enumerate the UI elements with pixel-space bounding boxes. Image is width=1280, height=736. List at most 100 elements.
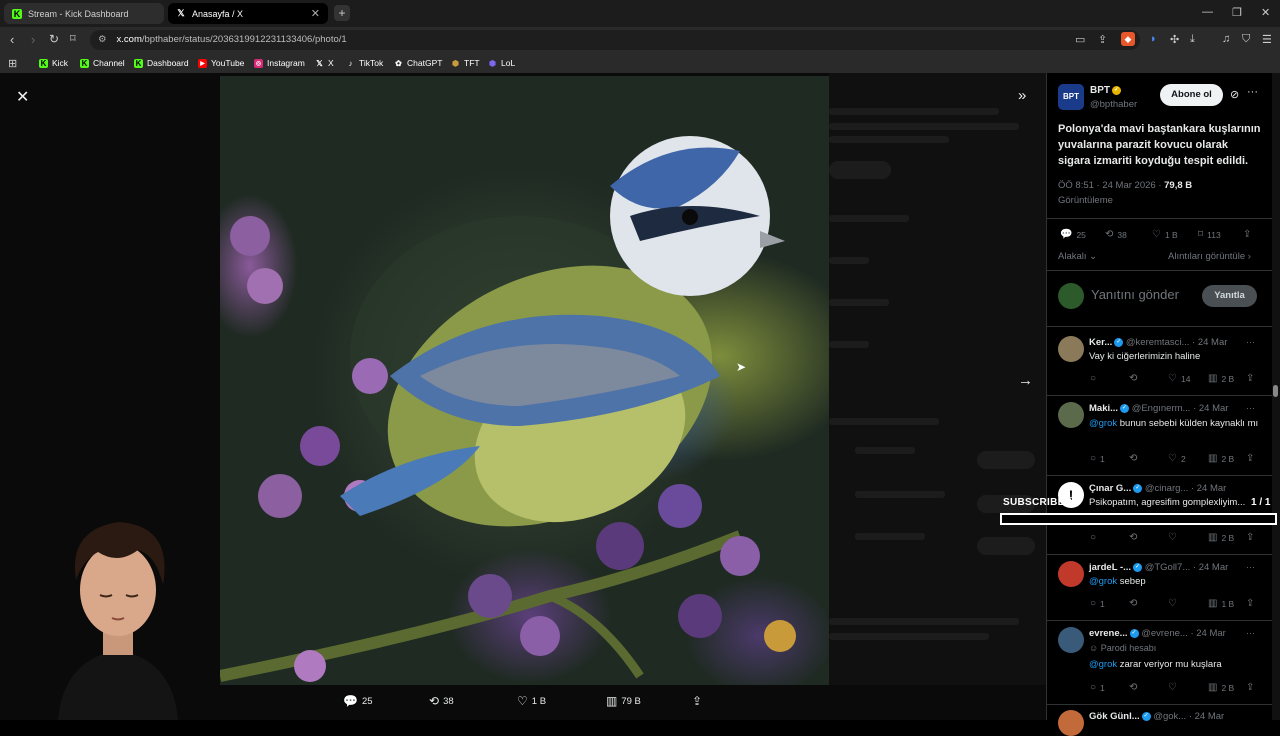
reply-like-action[interactable]: ♡ 2: [1168, 453, 1186, 464]
bookmark-lol[interactable]: ⬢ LoL: [488, 58, 515, 68]
reply-share[interactable]: ⇪: [1246, 598, 1258, 609]
mention-link[interactable]: @grok: [1089, 418, 1117, 429]
tweet-photo-blue-tit[interactable]: [220, 76, 829, 685]
reply-like-action[interactable]: ♡: [1168, 598, 1181, 609]
reply-comment-action[interactable]: ○ 1: [1090, 453, 1105, 464]
menu-icon[interactable]: ☰: [1262, 33, 1272, 46]
author-name-row[interactable]: BPT ✓: [1090, 85, 1121, 96]
bookmark-tft[interactable]: ⬢ TFT: [451, 58, 480, 68]
reply-views[interactable]: ▥ 2 B: [1208, 373, 1234, 384]
x-logo-icon: 𝕏: [177, 8, 185, 18]
close-tab-icon[interactable]: ✕: [311, 7, 320, 20]
reply-avatar[interactable]: [1058, 710, 1084, 736]
reply-like-action[interactable]: ♡ 14: [1168, 373, 1190, 384]
reply-views[interactable]: ▥ 2 B: [1208, 682, 1234, 693]
grok-icon[interactable]: ⊘: [1230, 88, 1239, 101]
reply-avatar[interactable]: [1058, 561, 1084, 587]
bookmark-x[interactable]: 𝕏X: [315, 58, 333, 68]
author-handle[interactable]: @bpthaber: [1090, 99, 1137, 110]
bookmark-youtube[interactable]: ▶ YouTube: [198, 58, 244, 68]
vpn-icon[interactable]: ⛉: [1242, 33, 1250, 46]
reply-submit-button[interactable]: Yanıtla: [1202, 285, 1257, 307]
brave-shield-icon[interactable]: ◆: [1121, 32, 1135, 46]
repost-action[interactable]: ⟲ 38: [1105, 229, 1127, 240]
site-info-icon[interactable]: ⚙: [98, 34, 107, 45]
apps-grid-icon[interactable]: ⊞: [8, 57, 17, 70]
bookmark-action[interactable]: ⌑ 113: [1198, 229, 1221, 240]
address-bar[interactable]: ⚙ x.com/bpthaber/status/20363199122311334…: [90, 30, 1140, 50]
more-options-icon[interactable]: ···: [1246, 562, 1255, 572]
photo-like-button[interactable]: ♡ 1 B: [517, 694, 546, 708]
author-avatar[interactable]: BPT: [1058, 84, 1084, 110]
photo-reply-button[interactable]: 💬 25: [343, 694, 373, 708]
like-action[interactable]: ♡ 1 B: [1152, 229, 1178, 240]
more-options-icon[interactable]: ···: [1246, 403, 1255, 413]
reply-repost-action[interactable]: ⟲: [1129, 598, 1141, 609]
reply-views[interactable]: ▥ 2 B: [1208, 453, 1234, 464]
close-window-icon[interactable]: ✕: [1261, 6, 1270, 19]
share-action[interactable]: ⇪: [1243, 229, 1255, 240]
new-tab-button[interactable]: +: [334, 5, 350, 21]
maximize-icon[interactable]: ❐: [1232, 6, 1242, 19]
bookmark-kick[interactable]: K Kick: [39, 58, 68, 68]
photo-views-button[interactable]: ▥ 79 B: [606, 694, 641, 708]
photo-share-button[interactable]: ⇪: [692, 694, 706, 708]
verified-badge-icon: ✓: [1120, 403, 1130, 413]
mention-link[interactable]: @grok: [1089, 576, 1117, 587]
reply-share[interactable]: ⇪: [1246, 373, 1258, 384]
tab-kick-dashboard[interactable]: K Stream - Kick Dashboard: [4, 3, 164, 24]
music-icon[interactable]: ♫: [1222, 33, 1230, 45]
forward-icon[interactable]: ›: [31, 32, 35, 47]
wallet-icon[interactable]: ◗: [1150, 33, 1157, 45]
reply-comment-action[interactable]: ○: [1090, 373, 1100, 384]
more-options-icon[interactable]: ···: [1247, 86, 1258, 98]
reply-repost-action[interactable]: ⟲: [1129, 453, 1141, 464]
reply-comment-action[interactable]: ○ 1: [1090, 682, 1105, 693]
share-icon[interactable]: ⇪: [1098, 33, 1107, 46]
bookmark-icon[interactable]: ⌑: [70, 32, 76, 45]
bookmark-tiktok[interactable]: ♪ TikTok: [346, 58, 384, 68]
reply-views[interactable]: ▥ 2 B: [1208, 532, 1234, 543]
bookmark-instagram[interactable]: ◎ Instagram: [254, 58, 305, 68]
reply-avatar[interactable]: [1058, 627, 1084, 653]
cast-icon[interactable]: ▭: [1075, 33, 1085, 46]
expand-sidebar-icon[interactable]: »: [1018, 87, 1026, 104]
bookmark-dashboard[interactable]: K Dashboard: [134, 58, 189, 68]
reply-repost-action[interactable]: ⟲: [1129, 682, 1141, 693]
back-icon[interactable]: ‹: [10, 32, 14, 47]
reply-header: Gök Günl... ✓ @gok... · 24 Mar: [1089, 711, 1224, 722]
photo-repost-button[interactable]: ⟲ 38: [429, 694, 454, 708]
reply-like-action[interactable]: ♡: [1168, 532, 1181, 543]
view-quotes-link[interactable]: Alıntıları görüntüle ›: [1168, 251, 1251, 262]
reply-comment-action[interactable]: ○ 1: [1090, 598, 1105, 609]
reply-avatar[interactable]: [1058, 336, 1084, 362]
follow-button[interactable]: Abone ol: [1160, 84, 1223, 106]
download-icon[interactable]: ⤓: [1190, 33, 1195, 46]
bookmark-label: Dashboard: [147, 58, 189, 68]
scrollbar-thumb[interactable]: [1273, 385, 1278, 397]
reply-repost-action[interactable]: ⟲: [1129, 373, 1141, 384]
my-avatar[interactable]: [1058, 283, 1084, 309]
reply-repost-action[interactable]: ⟲: [1129, 532, 1141, 543]
next-photo-icon[interactable]: →: [1018, 372, 1033, 389]
reply-input[interactable]: Yanıtını gönder: [1091, 287, 1179, 302]
extensions-icon[interactable]: ✣: [1170, 33, 1179, 46]
reply-like-action[interactable]: ♡: [1168, 682, 1181, 693]
tab-x-home[interactable]: 𝕏 Anasayfa / X ✕: [168, 3, 328, 24]
close-viewer-icon[interactable]: ✕: [16, 87, 29, 107]
more-options-icon[interactable]: ···: [1246, 628, 1255, 638]
reply-views[interactable]: ▥ 1 B: [1208, 598, 1234, 609]
reload-icon[interactable]: ↻: [49, 32, 59, 46]
reply-share[interactable]: ⇪: [1246, 682, 1258, 693]
reply-comment-action[interactable]: ○: [1090, 532, 1100, 543]
reply-action[interactable]: 💬 25: [1060, 229, 1086, 240]
bookmark-chatgpt[interactable]: ✿ ChatGPT: [394, 58, 442, 68]
reply-share[interactable]: ⇪: [1246, 532, 1258, 543]
sort-dropdown[interactable]: Alakalı ⌄: [1058, 251, 1097, 262]
reply-share[interactable]: ⇪: [1246, 453, 1258, 464]
bookmark-channel[interactable]: K Channel: [80, 58, 125, 68]
minimize-icon[interactable]: —: [1202, 6, 1213, 18]
more-options-icon[interactable]: ···: [1246, 337, 1255, 347]
reply-avatar[interactable]: [1058, 402, 1084, 428]
mention-link[interactable]: @grok: [1089, 659, 1117, 670]
